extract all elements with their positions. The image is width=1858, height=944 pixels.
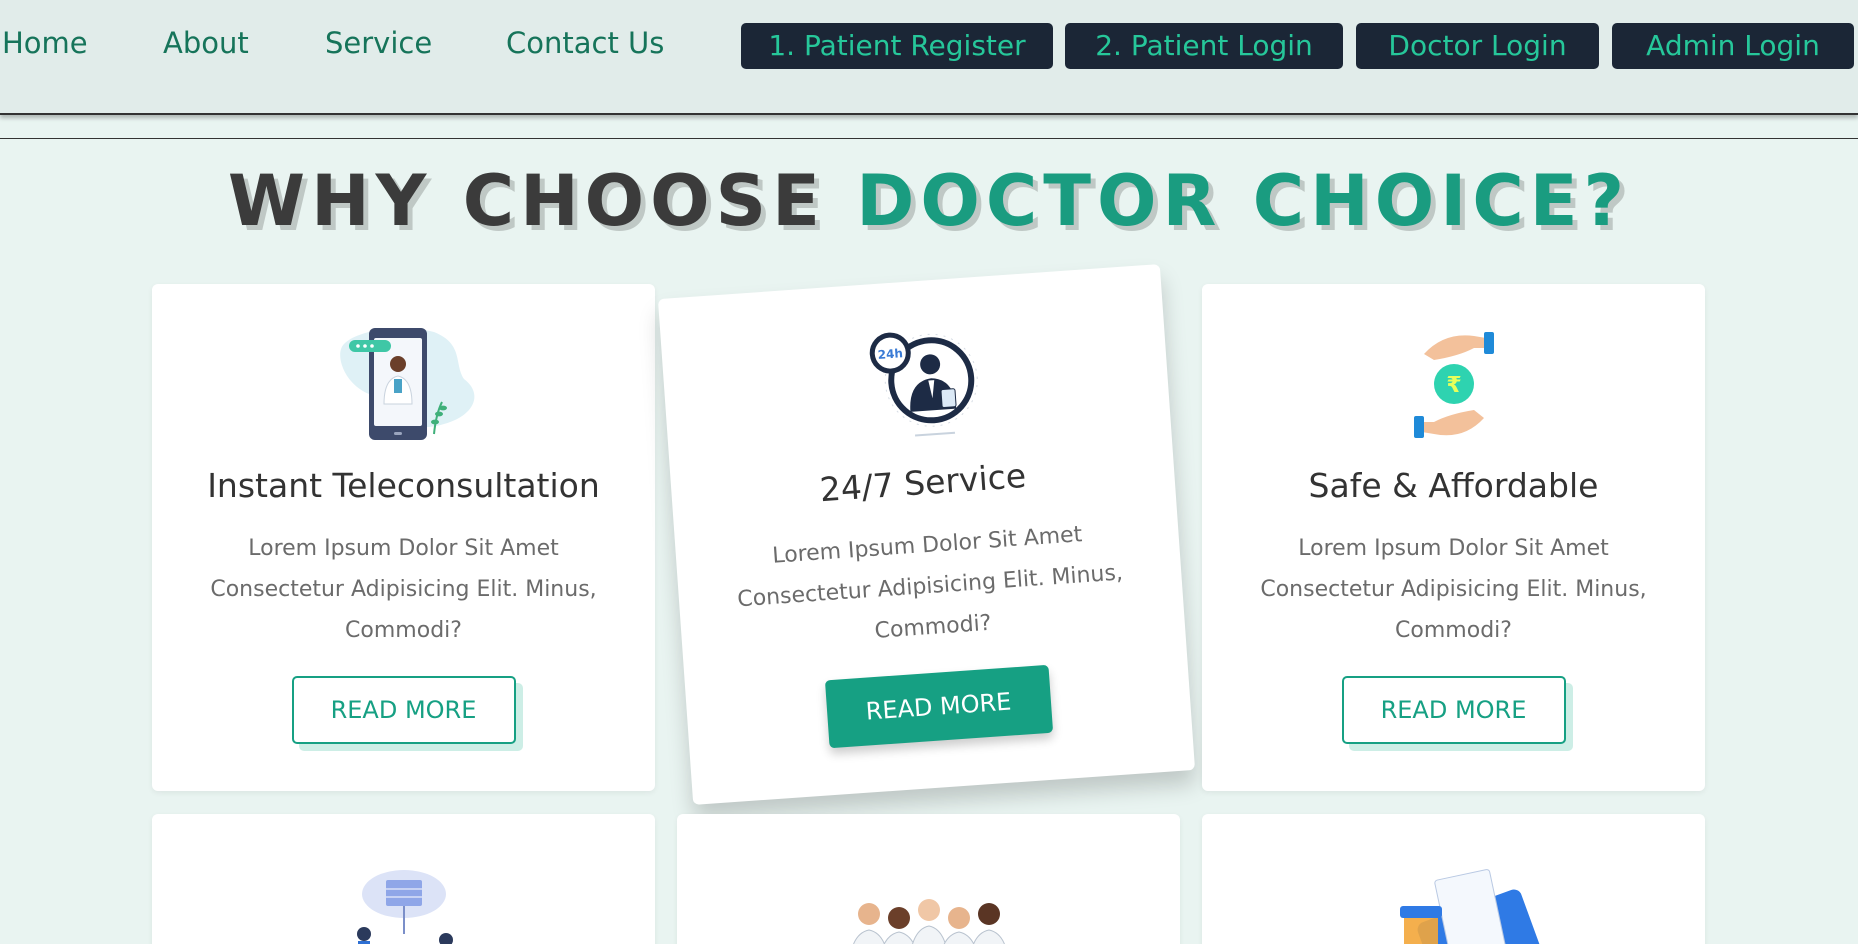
read-more-button[interactable]: READ MORE	[291, 676, 516, 744]
nav-link-service[interactable]: Service	[325, 26, 432, 60]
rupee-symbol: ₹	[1446, 373, 1461, 398]
mobile-doctor-icon	[339, 328, 474, 440]
card-title: Instant Teleconsultation	[207, 466, 600, 505]
rupee-hands-icon: ₹	[1413, 332, 1494, 438]
feature-card-24-7-service: 24h 24/7 Service Lorem Ipsum Dolor Sit A…	[657, 264, 1196, 805]
feature-card-row2-1	[152, 814, 655, 944]
section-divider	[0, 138, 1858, 139]
doctor-login-button[interactable]: Doctor Login	[1356, 23, 1599, 69]
24h-badge: 24h	[877, 346, 903, 362]
doctors-group-icon	[852, 899, 1005, 944]
heading-part-dark: WHY CHOOSE	[227, 160, 857, 242]
card-description: Lorem Ipsum Dolor Sit Amet Consectetur A…	[210, 536, 597, 643]
heading-part-green: DOCTOR CHOICE?	[856, 160, 1631, 242]
nav-link-home[interactable]: Home	[2, 26, 88, 60]
card-title: Safe & Affordable	[1308, 466, 1599, 505]
24h-doctor-icon: 24h	[869, 332, 978, 437]
prescription-medicine-icon	[1399, 869, 1540, 944]
card-title: 24/7 Service	[818, 455, 1028, 510]
feature-card-row2-3	[1202, 814, 1705, 944]
admin-login-button[interactable]: Admin Login	[1612, 23, 1854, 69]
feature-card-safe-affordable: ₹ Safe & Affordable Lorem Ipsum Dolor Si…	[1202, 284, 1705, 791]
read-more-button[interactable]: READ MORE	[1341, 676, 1566, 744]
patient-login-button[interactable]: 2. Patient Login	[1065, 23, 1343, 69]
feature-card-row2-2	[677, 814, 1180, 944]
section-heading: WHY CHOOSE DOCTOR CHOICE?	[0, 160, 1858, 242]
nav-link-about[interactable]: About	[163, 26, 249, 60]
patient-register-button[interactable]: 1. Patient Register	[741, 23, 1053, 69]
top-navbar: Home About Service Contact Us 1. Patient…	[0, 0, 1858, 115]
card-description: Lorem Ipsum Dolor Sit Amet Consectetur A…	[736, 522, 1124, 644]
card-description: Lorem Ipsum Dolor Sit Amet Consectetur A…	[1260, 536, 1647, 643]
nav-link-contact[interactable]: Contact Us	[506, 26, 664, 60]
cloud-network-icon	[356, 870, 453, 944]
read-more-button[interactable]: READ MORE	[824, 664, 1053, 749]
feature-card-teleconsultation: Instant Teleconsultation Lorem Ipsum Dol…	[152, 284, 655, 791]
